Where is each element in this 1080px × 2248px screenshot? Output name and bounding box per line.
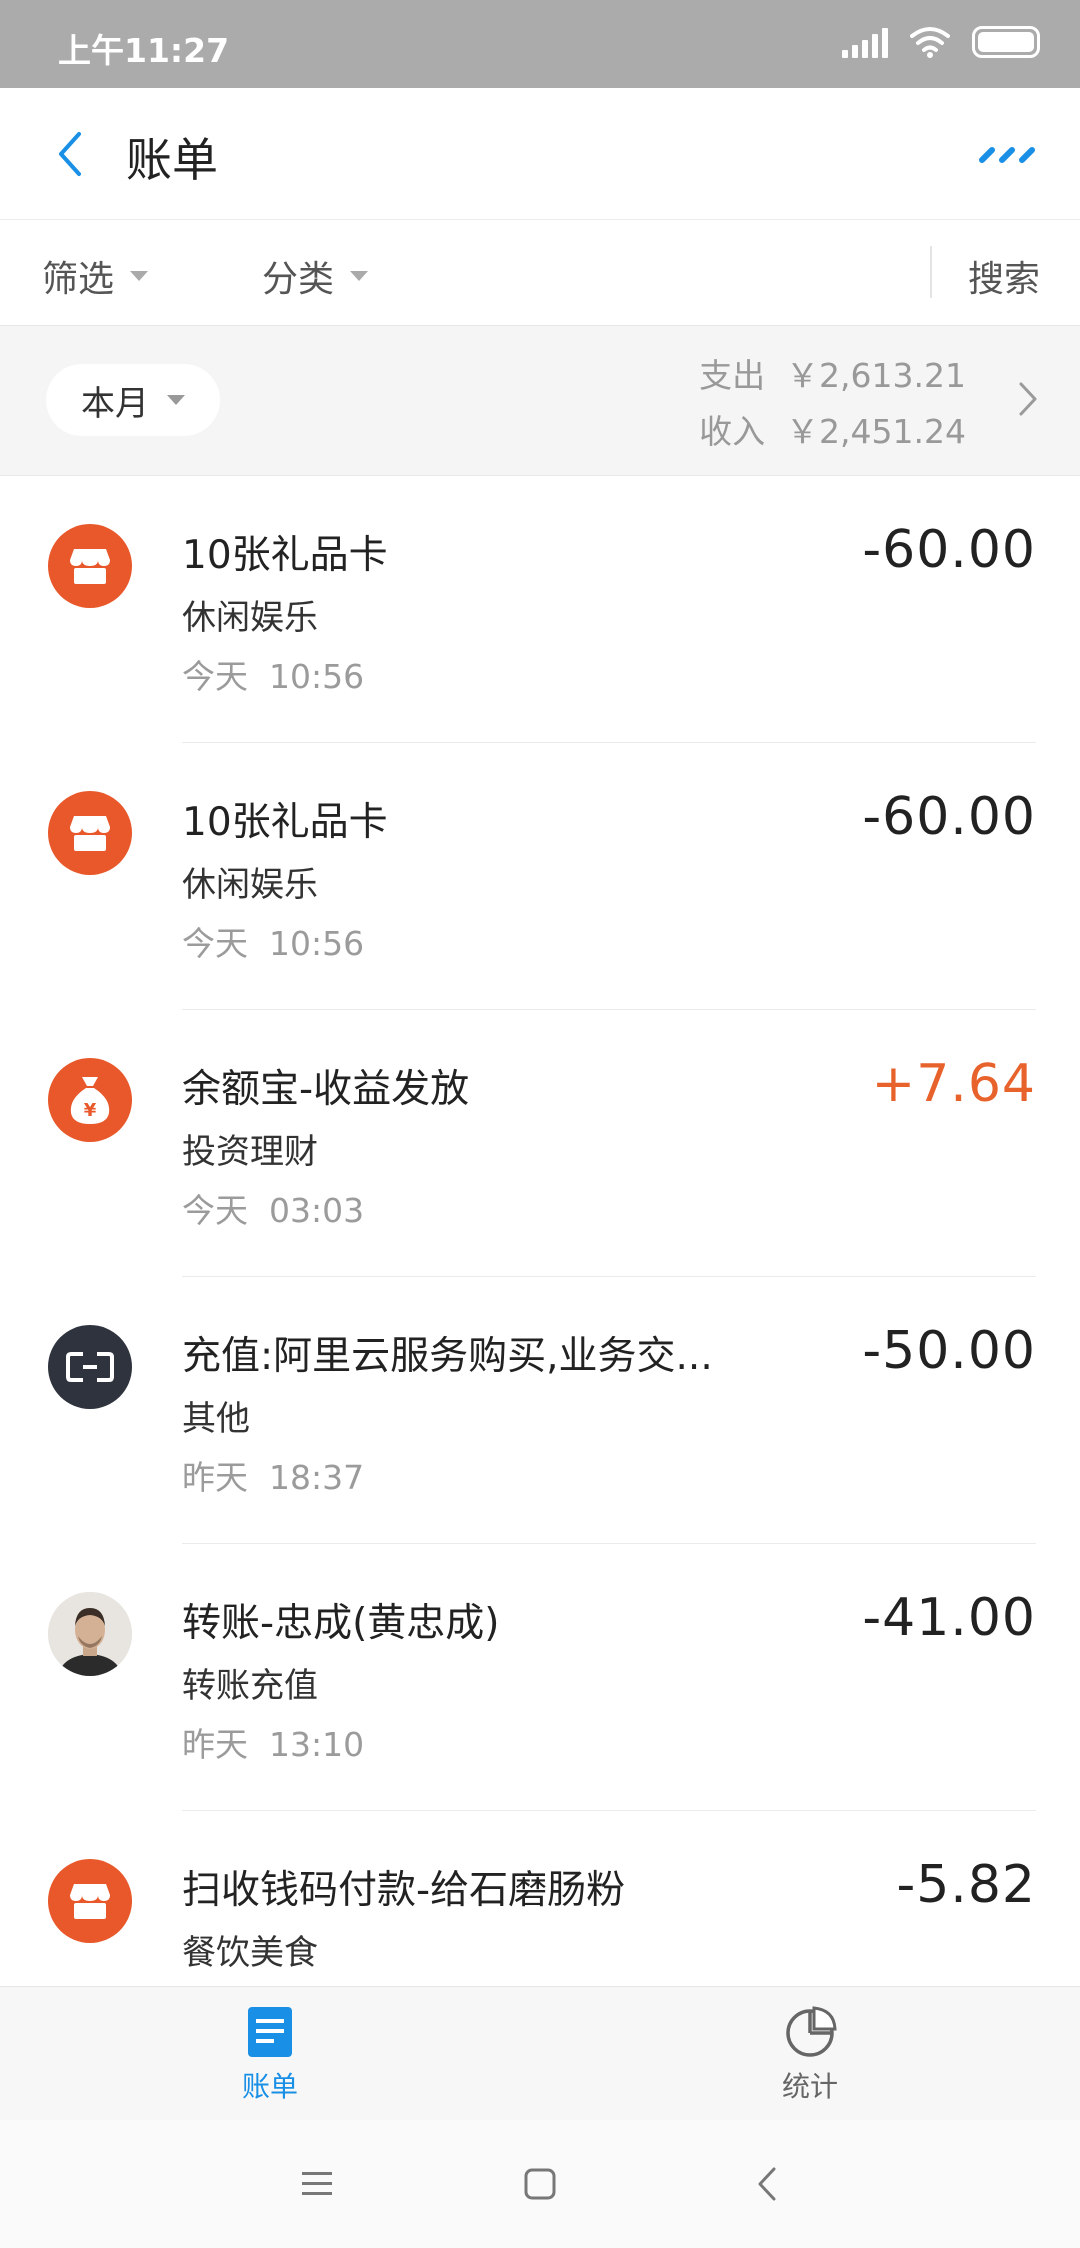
chevron-right-icon — [1019, 382, 1037, 416]
store-icon — [48, 524, 132, 608]
title-bar: 账单 — [0, 88, 1080, 220]
home-button[interactable] — [516, 2160, 564, 2208]
transaction-day: 昨天 — [182, 1458, 248, 1497]
transaction-row[interactable]: 转账-忠成(黄忠成) 转账充值 昨天 13:10 -41.00 — [0, 1544, 1080, 1811]
transaction-time: 昨天 13:10 — [182, 1718, 364, 1766]
menu-icon — [302, 2172, 332, 2195]
transaction-title: 10张礼品卡 — [182, 533, 388, 578]
transaction-clock: 10:56 — [268, 924, 365, 963]
back-arrow-icon — [758, 2167, 776, 2201]
transaction-category: 其他 — [182, 1399, 250, 1439]
status-icons — [842, 26, 1040, 58]
pie-chart-icon — [786, 2006, 837, 2057]
transaction-clock: 10:56 — [268, 657, 365, 696]
status-time: 上午11:27 — [58, 31, 230, 70]
avatar — [48, 1592, 132, 1676]
transaction-category: 餐饮美食 — [182, 1933, 318, 1973]
transaction-day: 今天 — [182, 1191, 248, 1230]
period-label: 本月 — [81, 383, 149, 424]
category-dropdown[interactable]: 分类 — [262, 250, 369, 302]
transaction-amount: -60.00 — [862, 520, 1036, 580]
expense-line: 支出 ￥2,613.21 — [699, 348, 966, 404]
menu-button[interactable] — [293, 2160, 341, 2208]
transaction-amount: -5.82 — [896, 1855, 1036, 1915]
transaction-category: 转账充值 — [182, 1666, 318, 1706]
income-label: 收入 — [699, 412, 766, 451]
page-title: 账单 — [126, 133, 218, 187]
transaction-row[interactable]: 10张礼品卡 休闲娱乐 今天 10:56 -60.00 — [0, 743, 1080, 1010]
transaction-category: 投资理财 — [182, 1132, 318, 1172]
system-back-button[interactable] — [743, 2160, 791, 2208]
money-bag-icon: ¥ — [48, 1058, 132, 1142]
tab-stats[interactable]: 统计 — [710, 2005, 910, 2105]
transaction-row[interactable]: 充值:阿里云服务购买,业务交... 其他 昨天 18:37 -50.00 — [0, 1277, 1080, 1544]
svg-text:¥: ¥ — [84, 1100, 97, 1121]
transaction-day: 今天 — [182, 924, 248, 963]
store-icon — [48, 791, 132, 875]
transaction-time: 今天 03:03 — [182, 1184, 364, 1232]
caret-down-icon — [130, 271, 149, 281]
bill-icon — [248, 2007, 292, 2057]
period-selector[interactable]: 本月 — [46, 364, 220, 436]
filter-divider — [930, 246, 932, 298]
transaction-title: 充值:阿里云服务购买,业务交... — [182, 1334, 713, 1379]
expense-value: ￥2,613.21 — [786, 356, 966, 395]
tab-bills[interactable]: 账单 — [170, 2005, 370, 2105]
filter-bar: 筛选 分类 搜索 — [0, 220, 1080, 326]
tab-label: 账单 — [241, 2070, 298, 2103]
transaction-clock: 18:37 — [268, 1458, 365, 1497]
transaction-time: 今天 10:56 — [182, 650, 364, 698]
transaction-time: 今天 10:56 — [182, 917, 364, 965]
battery-icon — [972, 26, 1040, 58]
transaction-title: 转账-忠成(黄忠成) — [182, 1601, 500, 1646]
transaction-day: 昨天 — [182, 1725, 248, 1764]
back-button[interactable] — [40, 124, 100, 184]
transaction-time: 昨天 18:37 — [182, 1451, 364, 1499]
transaction-amount: -41.00 — [862, 1588, 1036, 1648]
transaction-row[interactable]: ¥ 余额宝-收益发放 投资理财 今天 03:03 +7.64 — [0, 1010, 1080, 1277]
transaction-row[interactable]: 10张礼品卡 休闲娱乐 今天 10:56 -60.00 — [0, 476, 1080, 743]
transaction-amount: -60.00 — [862, 787, 1036, 847]
transaction-clock: 03:03 — [268, 1191, 365, 1230]
filter-label: 筛选 — [42, 259, 115, 300]
tab-bar: 账单 统计 — [0, 1986, 1080, 2120]
income-value: ￥2,451.24 — [786, 412, 966, 451]
home-square-icon — [524, 2168, 556, 2200]
income-line: 收入 ￥2,451.24 — [699, 404, 966, 460]
status-bar: 上午11:27 — [0, 0, 1080, 88]
transaction-day: 今天 — [182, 657, 248, 696]
transaction-title: 扫收钱码付款-给石磨肠粉 — [182, 1868, 626, 1913]
filter-dropdown[interactable]: 筛选 — [42, 250, 149, 302]
caret-down-icon — [167, 395, 185, 405]
transaction-clock: 13:10 — [268, 1725, 365, 1764]
month-summary[interactable]: 本月 支出 ￥2,613.21 收入 ￥2,451.24 — [0, 326, 1080, 476]
caret-down-icon — [350, 271, 369, 281]
transaction-title: 10张礼品卡 — [182, 800, 388, 845]
category-label: 分类 — [262, 259, 335, 300]
tab-label: 统计 — [781, 2070, 838, 2103]
search-button[interactable]: 搜索 — [968, 250, 1040, 302]
transaction-category: 休闲娱乐 — [182, 598, 318, 638]
transaction-category: 休闲娱乐 — [182, 865, 318, 905]
transaction-list: 10张礼品卡 休闲娱乐 今天 10:56 -60.00 10张礼品卡 休闲娱乐 … — [0, 476, 1080, 2078]
more-icon[interactable] — [978, 138, 1040, 168]
transaction-amount: +7.64 — [871, 1054, 1036, 1114]
transaction-amount: -50.00 — [862, 1321, 1036, 1381]
store-icon — [48, 1859, 132, 1943]
aliyun-icon — [48, 1325, 132, 1409]
system-nav-bar — [0, 2120, 1080, 2248]
expense-label: 支出 — [699, 356, 766, 395]
transaction-title: 余额宝-收益发放 — [182, 1067, 470, 1112]
wifi-icon — [910, 27, 950, 58]
summary-totals: 支出 ￥2,613.21 收入 ￥2,451.24 — [699, 348, 966, 460]
chevron-left-icon — [59, 132, 81, 176]
signal-icon — [842, 26, 888, 58]
